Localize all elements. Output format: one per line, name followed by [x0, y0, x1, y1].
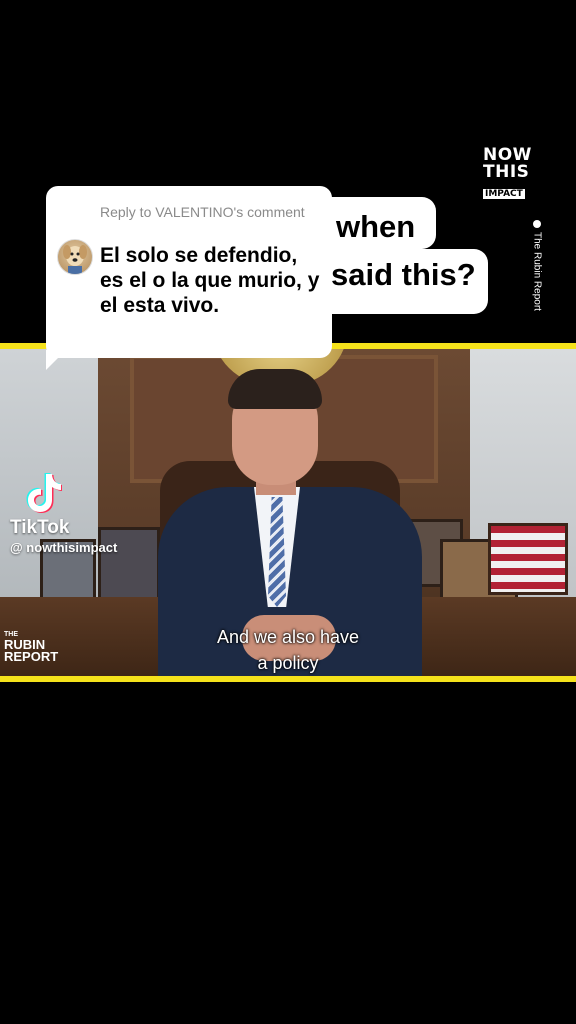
watermark-line2: REPORT — [4, 649, 59, 664]
reply-comment-text: El solo se defendio, es el o la que muri… — [100, 244, 320, 317]
video-border-bottom — [0, 676, 576, 682]
nowthis-impact-logo: NOW THIS IMPACT — [483, 146, 535, 200]
question-text-line2: said this? — [331, 257, 476, 292]
subtitle-line2: a policy — [257, 653, 319, 673]
tiktok-logo-icon — [26, 473, 62, 513]
reply-header: Reply to VALENTINO's comment — [100, 204, 305, 220]
flag-frame — [488, 523, 568, 595]
credit-dot-icon — [533, 220, 541, 228]
subtitle-line1: And we also have — [216, 627, 360, 647]
commenter-avatar[interactable] — [57, 239, 93, 275]
tiktok-username: @ nowthisimpact — [10, 540, 118, 555]
brand-line2: THIS — [483, 162, 530, 182]
tiktok-wordmark: TikTok — [10, 517, 70, 538]
dog-avatar-icon — [63, 245, 87, 274]
subtitle: And we also have a policy — [150, 624, 426, 676]
source-credit: The Rubin Report — [530, 220, 544, 335]
credit-text: The Rubin Report — [531, 232, 543, 311]
question-text-line1: when — [336, 209, 416, 244]
hair — [228, 369, 322, 409]
brand-line3: IMPACT — [483, 189, 525, 199]
rubin-report-watermark: THE RUBIN REPORT — [4, 631, 58, 663]
